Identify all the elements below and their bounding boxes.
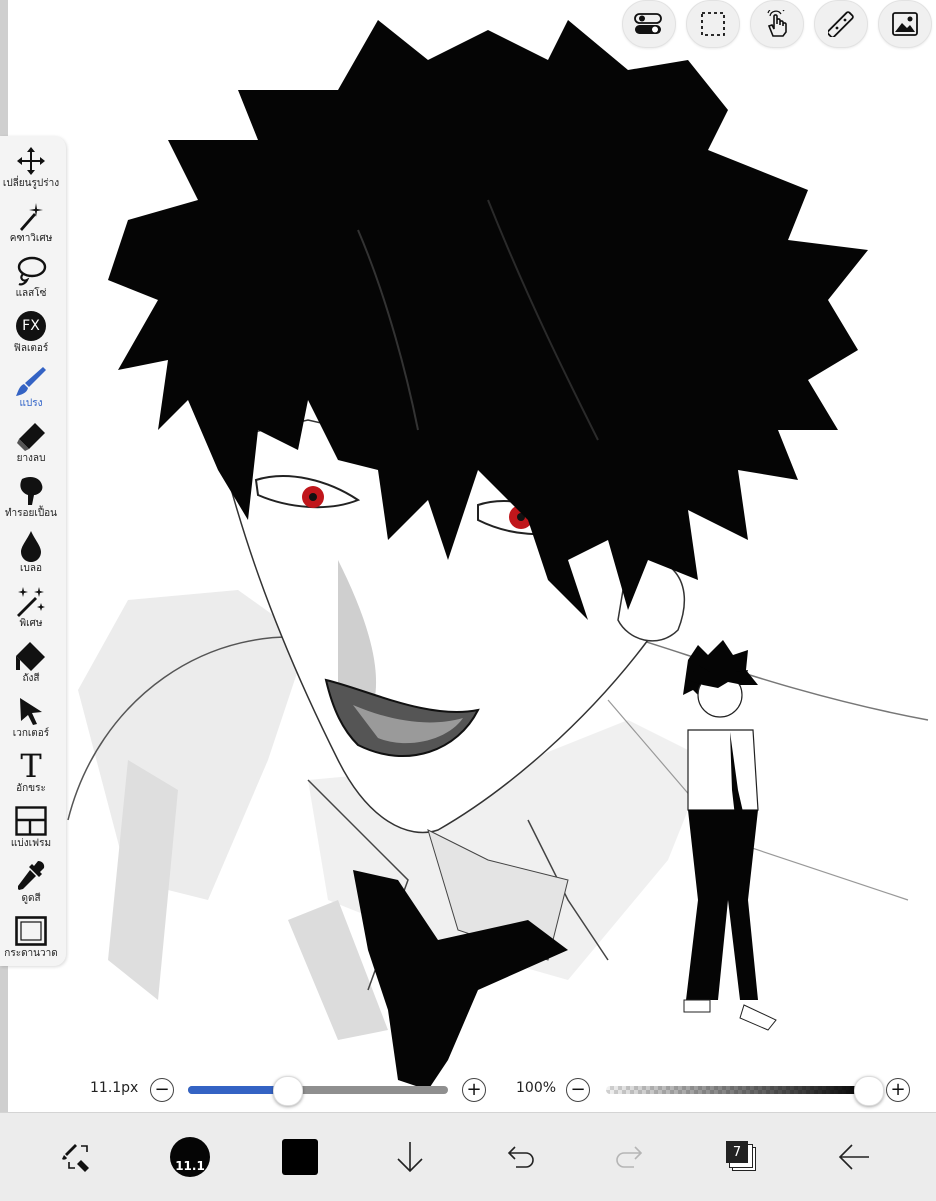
canvas-icon [13,914,49,948]
tool-label: เวกเตอร์ [12,728,50,739]
arrow-left-icon [838,1144,869,1170]
settings-toggle-button[interactable] [622,0,676,48]
brush-dot-icon: 11.1 [170,1137,210,1177]
brush-size-minus-button[interactable]: − [150,1078,174,1102]
color-swatch [282,1139,318,1175]
opacity-label: 100% [516,1080,557,1096]
drawing-canvas[interactable] [8,0,936,1112]
tool-label: ดูดสี [21,893,41,904]
toggle-icon [634,13,662,34]
tool-canvas[interactable]: กระดานวาด [0,914,62,968]
tool-label: พิเศษ [19,618,43,629]
tool-filter[interactable]: FX ฟิลเตอร์ [0,309,62,363]
tool-eyedropper[interactable]: ดูดสี [0,859,62,913]
tool-label: อักขระ [16,783,46,794]
text-glyph: T [20,747,42,785]
special-wand-icon [13,584,49,618]
opacity-track[interactable] [606,1086,868,1094]
undo-button[interactable] [490,1127,550,1187]
tool-lasso[interactable]: แลสโซ่ [0,254,62,308]
layer-count: 7 [726,1141,748,1163]
tool-label: แบ่งเฟรม [10,838,52,849]
quick-menu-button[interactable] [48,1127,108,1187]
tool-blur[interactable]: เบลอ [0,529,62,583]
tool-label: ทำรอยเปื้อน [4,508,58,519]
tool-label: ยางลบ [16,453,46,464]
lasso-icon [13,254,49,288]
brush-size-fill [188,1086,287,1094]
move-icon [13,144,49,178]
tool-label: แลสโซ่ [15,288,47,299]
tool-smudge[interactable]: ทำรอยเปื้อน [0,474,62,528]
tool-vector[interactable]: เวกเตอร์ [0,694,62,748]
import-button[interactable] [380,1127,440,1187]
paint-bucket-icon [13,639,49,673]
redo-button[interactable] [600,1127,660,1187]
vector-arrow-icon [13,694,49,728]
touch-gesture-icon [767,10,787,37]
image-button[interactable] [878,0,932,48]
fx-badge: FX [16,311,46,341]
touch-gesture-button[interactable] [750,0,804,48]
tool-transform[interactable]: เปลี่ยนรูปร่าง [0,144,62,198]
arrow-down-icon [397,1142,423,1173]
layers-icon: 7 [726,1141,758,1173]
magic-wand-icon [13,199,49,233]
brush-preview-button[interactable]: 11.1 [160,1127,220,1187]
tool-label: กระดานวาด [4,948,58,959]
tool-label: คฑาวิเศษ [9,233,53,244]
opacity-minus-button[interactable]: − [566,1078,590,1102]
tool-text[interactable]: T อักขระ [0,749,62,803]
selection-button[interactable] [686,0,740,48]
ruler-icon [828,11,854,37]
blur-drop-icon [13,529,49,563]
tool-special[interactable]: พิเศษ [0,584,62,638]
image-icon [892,12,918,36]
brush-sliders: 11.1px − + 100% − + [0,1070,936,1110]
eyedropper-icon [13,859,49,893]
ruler-button[interactable] [814,0,868,48]
top-toolbar [622,0,932,48]
redo-icon [616,1146,643,1168]
brush-eraser-swap-icon [62,1144,89,1172]
tool-magic-wand[interactable]: คฑาวิเศษ [0,199,62,253]
brush-preview-size: 11.1 [175,1159,205,1173]
eraser-icon [13,419,49,453]
tool-label: ฟิลเตอร์ [13,343,49,354]
chibi-figure [683,640,777,1031]
brush-size-plus-button[interactable]: + [462,1078,486,1102]
brush-size-label: 11.1px [90,1080,139,1096]
tool-bucket[interactable]: ถังสี [0,639,62,693]
brush-icon [13,364,49,398]
tool-label: ถังสี [22,673,40,684]
tool-panel: เปลี่ยนรูปร่าง คฑาวิเศษ แลสโซ่ FX ฟิลเตอ… [0,136,66,966]
tool-label: เบลอ [20,563,42,574]
fx-filter-icon: FX [13,309,49,343]
tool-brush[interactable]: แปรง [0,364,62,418]
opacity-plus-button[interactable]: + [886,1078,910,1102]
back-button[interactable] [824,1127,884,1187]
opacity-thumb[interactable] [854,1076,884,1106]
smudge-icon [13,474,49,508]
text-icon: T [13,749,49,783]
bottom-bar: 11.1 7 [0,1112,936,1201]
tool-label: เปลี่ยนรูปร่าง [2,178,60,189]
color-button[interactable] [270,1127,330,1187]
frame-divider-icon [13,804,49,838]
tool-frame-divider[interactable]: แบ่งเฟรม [0,804,62,858]
tool-eraser[interactable]: ยางลบ [0,419,62,473]
selection-icon [701,12,725,36]
brush-size-track[interactable] [188,1086,448,1094]
brush-size-thumb[interactable] [272,1076,303,1106]
undo-icon [507,1146,534,1168]
layers-button[interactable]: 7 [712,1127,772,1187]
tool-label: แปรง [19,398,43,409]
